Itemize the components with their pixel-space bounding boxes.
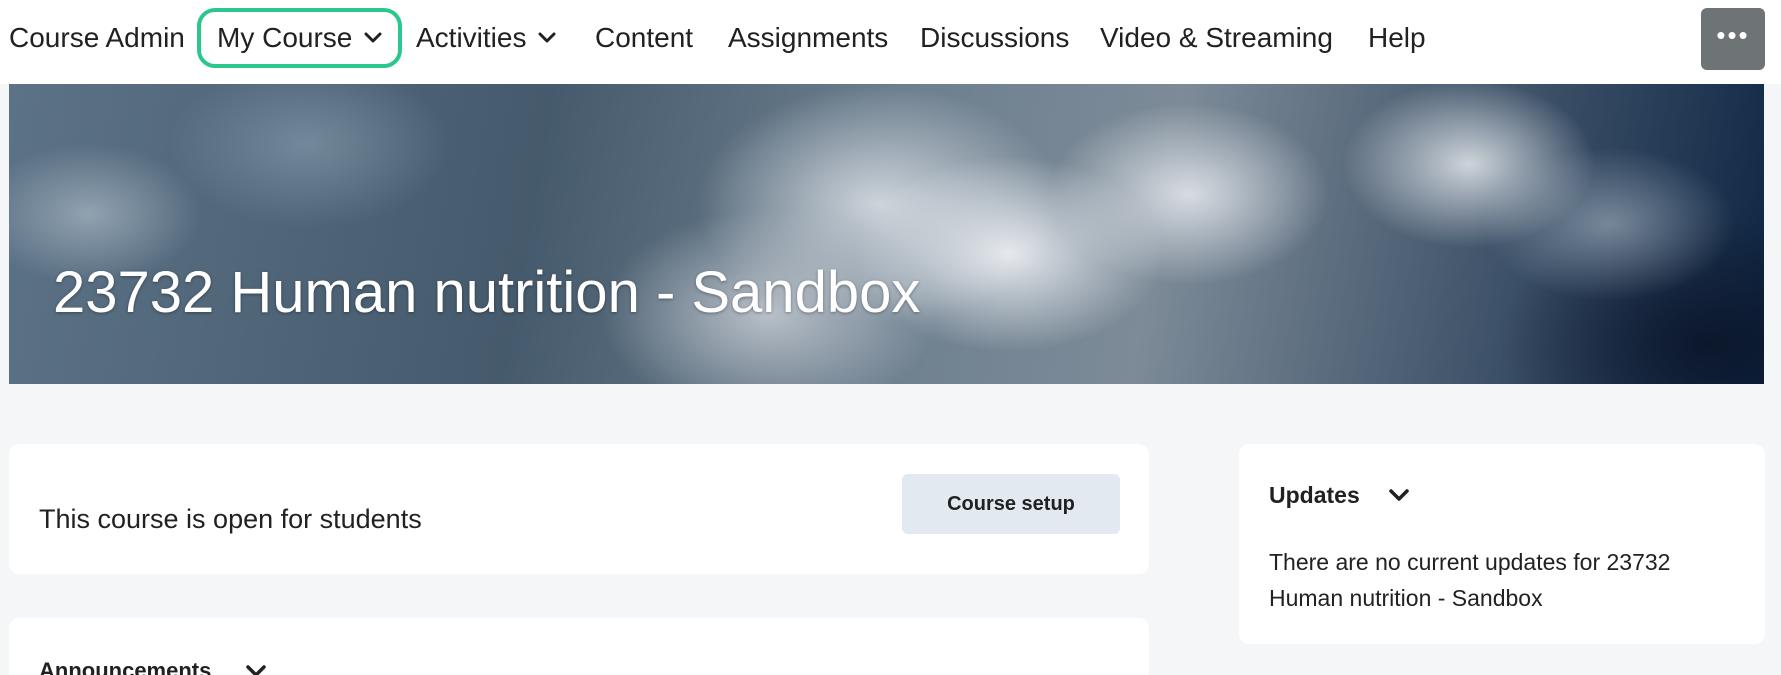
top-navigation-bar: Course Admin My Course Activities Conten… bbox=[0, 0, 1781, 84]
nav-item-label: Content bbox=[595, 22, 694, 53]
nav-item-label: Course Admin bbox=[9, 22, 185, 53]
nav-item-discussions[interactable]: Discussions bbox=[920, 8, 1069, 68]
course-title: 23732 Human nutrition - Sandbox bbox=[53, 260, 921, 325]
nav-item-activities[interactable]: Activities bbox=[416, 8, 556, 68]
course-banner: 23732 Human nutrition - Sandbox bbox=[9, 84, 1764, 384]
chevron-down-icon[interactable] bbox=[245, 664, 267, 675]
announcements-title: Announcements bbox=[39, 658, 212, 675]
nav-item-assignments[interactable]: Assignments bbox=[728, 8, 888, 68]
chevron-down-icon bbox=[538, 32, 556, 43]
nav-item-label: Video & Streaming bbox=[1100, 22, 1333, 53]
chevron-down-icon bbox=[364, 32, 382, 43]
nav-item-video-streaming[interactable]: Video & Streaming bbox=[1100, 8, 1333, 68]
course-status-text: This course is open for students bbox=[39, 504, 422, 534]
announcements-card: Announcements bbox=[9, 618, 1149, 675]
nav-item-label: Assignments bbox=[728, 22, 889, 53]
nav-item-label: My Course bbox=[217, 22, 353, 53]
updates-message: There are no current updates for 23732 H… bbox=[1269, 549, 1671, 611]
more-horizontal-icon: ••• bbox=[1716, 20, 1750, 50]
nav-item-help[interactable]: Help bbox=[1368, 8, 1426, 68]
nav-item-label: Discussions bbox=[920, 22, 1070, 53]
nav-item-my-course[interactable]: My Course bbox=[197, 8, 403, 68]
more-options-button[interactable]: ••• bbox=[1701, 8, 1765, 70]
chevron-down-icon[interactable] bbox=[1388, 488, 1410, 502]
updates-title: Updates bbox=[1269, 482, 1360, 508]
updates-card: Updates There are no current updates for… bbox=[1239, 444, 1765, 644]
nav-item-label: Activities bbox=[416, 22, 527, 53]
nav-item-course-admin[interactable]: Course Admin bbox=[9, 8, 185, 68]
nav-item-label: Help bbox=[1368, 22, 1426, 53]
nav-item-content[interactable]: Content bbox=[595, 8, 693, 68]
course-status-card: This course is open for students Course … bbox=[9, 444, 1149, 574]
course-setup-button[interactable]: Course setup bbox=[902, 474, 1120, 534]
